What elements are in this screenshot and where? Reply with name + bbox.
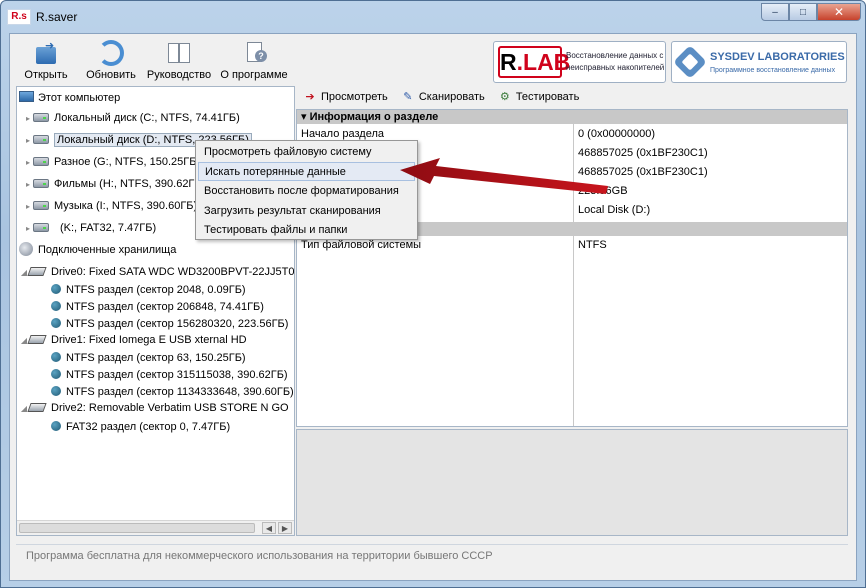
manual-button[interactable]: Руководство <box>144 40 214 86</box>
tree-disk-g[interactable]: ▸ Разное (G:, NTFS, 150.25ГБ) <box>23 153 200 171</box>
partition-icon <box>51 352 61 362</box>
scan-button[interactable]: ✎ Сканировать <box>401 90 485 103</box>
open-label: Открыть <box>24 69 68 81</box>
about-button[interactable]: ? О программе <box>220 40 288 86</box>
partition-icon <box>51 301 61 311</box>
tree-computer[interactable]: Этот компьютер <box>19 89 120 107</box>
expand-icon[interactable]: ▸ <box>23 132 33 150</box>
disk-icon <box>33 113 49 122</box>
drive-icon <box>27 335 47 344</box>
tree-horizontal-scrollbar[interactable]: ◀ ▶ <box>17 520 294 535</box>
manual-label: Руководство <box>146 69 212 81</box>
tree-drive2[interactable]: ◢ Drive2: Removable Verbatim USB STORE N … <box>19 399 289 417</box>
disk-icon <box>33 135 49 144</box>
client-area: ➜ Открыть Обновить Руководство ? О прогр… <box>9 33 857 581</box>
help-icon: ? <box>241 40 267 66</box>
storage-icon <box>19 242 33 256</box>
disk-icon <box>33 201 49 210</box>
menu-item-view-fs[interactable]: Просмотреть файловую систему <box>198 143 415 162</box>
drive-icon <box>27 267 47 276</box>
tree-partition[interactable]: FAT32 раздел (сектор 0, 7.47ГБ) <box>51 418 230 436</box>
partition-actions: ➔ Просмотреть ✎ Сканировать ⚙ Тестировать <box>303 90 589 108</box>
disk-icon <box>33 157 49 166</box>
app-icon: R.s <box>7 9 31 25</box>
tree-disk-c[interactable]: ▸ Локальный диск (C:, NTFS, 74.41ГБ) <box>23 109 240 127</box>
window-controls: – □ ✕ <box>761 3 861 23</box>
tree-disk-k[interactable]: ▸ (K:, FAT32, 7.47ГБ) <box>23 219 156 237</box>
partition-icon <box>51 284 61 294</box>
refresh-label: Обновить <box>86 69 136 81</box>
test-button[interactable]: ⚙ Тестировать <box>498 90 579 103</box>
expand-icon[interactable]: ▸ <box>23 154 33 172</box>
tree-disk-h[interactable]: ▸ Фильмы (H:, NTFS, 390.62ГБ) <box>23 175 205 193</box>
sysdev-icon <box>673 45 707 79</box>
menu-item-load-scan[interactable]: Загрузить результат сканирования <box>198 202 415 221</box>
view-button[interactable]: ➔ Просмотреть <box>303 90 387 103</box>
rlab-mark: R.LAB <box>498 46 570 78</box>
menu-item-recover-format[interactable]: Восстановить после форматирования <box>198 182 415 201</box>
tree-partition[interactable]: NTFS раздел (сектор 2048, 0.09ГБ) <box>51 281 246 299</box>
partition-icon <box>51 386 61 396</box>
refresh-button[interactable]: Обновить <box>83 40 139 86</box>
tree-drive1[interactable]: ◢ Drive1: Fixed Iomega E USB xternal HD <box>19 331 247 349</box>
scroll-right-icon[interactable]: ▶ <box>278 522 292 534</box>
tree-partition[interactable]: NTFS раздел (сектор 206848, 74.41ГБ) <box>51 298 264 316</box>
open-icon: ➜ <box>33 40 59 66</box>
info-header: ▾ Информация о разделе <box>297 110 847 124</box>
tree-drive0[interactable]: ◢ Drive0: Fixed SATA WDC WD3200BPVT-22JJ5… <box>19 263 294 281</box>
menu-item-search-lost[interactable]: Искать потерянные данные <box>198 162 415 181</box>
title-bar[interactable]: R.s R.saver – □ ✕ <box>1 1 865 33</box>
sysdev-name: SYSDEV LABORATORIES <box>710 51 845 63</box>
sysdev-tagline: Программное восстановление данных <box>710 67 836 74</box>
disk-icon <box>33 179 49 188</box>
tree-storages[interactable]: Подключенные хранилища <box>19 241 176 259</box>
window-title: R.saver <box>36 10 78 24</box>
details-panel <box>296 429 848 536</box>
tree-partition[interactable]: NTFS раздел (сектор 315115038, 390.62ГБ) <box>51 366 288 384</box>
about-label: О программе <box>220 69 288 81</box>
partition-icon <box>51 421 61 431</box>
expand-icon[interactable]: ▸ <box>23 220 33 238</box>
book-icon <box>166 40 192 66</box>
toolbar: ➜ Открыть Обновить Руководство ? О прогр… <box>10 34 856 88</box>
expand-icon[interactable]: ▸ <box>23 176 33 194</box>
info-header-label: ▾ Информация о разделе <box>301 111 439 123</box>
status-bar: Программа бесплатна для некоммерческого … <box>16 544 848 568</box>
disk-icon <box>33 223 49 232</box>
computer-icon <box>19 91 34 102</box>
minimize-button[interactable]: – <box>761 3 789 21</box>
maximize-button[interactable]: □ <box>789 3 817 21</box>
partition-icon <box>51 369 61 379</box>
app-window: R.s R.saver – □ ✕ ➜ Открыть Обновить Рук… <box>0 0 866 588</box>
open-button[interactable]: ➜ Открыть <box>20 40 72 86</box>
refresh-icon <box>98 40 124 66</box>
rlab-logo[interactable]: R.LAB Восстановление данных с неисправны… <box>493 41 666 83</box>
tree-partition[interactable]: NTFS раздел (сектор 63, 150.25ГБ) <box>51 349 246 367</box>
rlab-text: Восстановление данных с неисправных нако… <box>566 51 665 72</box>
scrollbar-thumb[interactable] <box>19 523 255 533</box>
partition-icon <box>51 318 61 328</box>
drive-icon <box>27 403 47 412</box>
test-icon: ⚙ <box>499 91 510 103</box>
menu-item-test-files[interactable]: Тестировать файлы и папки <box>198 221 415 240</box>
scan-icon: ✎ <box>403 91 413 103</box>
context-menu: Просмотреть файловую систему Искать поте… <box>195 140 418 240</box>
scroll-left-icon[interactable]: ◀ <box>262 522 276 534</box>
sysdev-logo[interactable]: SYSDEV LABORATORIES Программное восстано… <box>671 41 847 83</box>
expand-icon[interactable]: ▸ <box>23 110 33 128</box>
arrow-right-icon: ➔ <box>305 91 315 103</box>
expand-icon[interactable]: ▸ <box>23 198 33 216</box>
tree-disk-i[interactable]: ▸ Музыка (I:, NTFS, 390.60ГБ) <box>23 197 197 215</box>
close-button[interactable]: ✕ <box>817 3 861 21</box>
